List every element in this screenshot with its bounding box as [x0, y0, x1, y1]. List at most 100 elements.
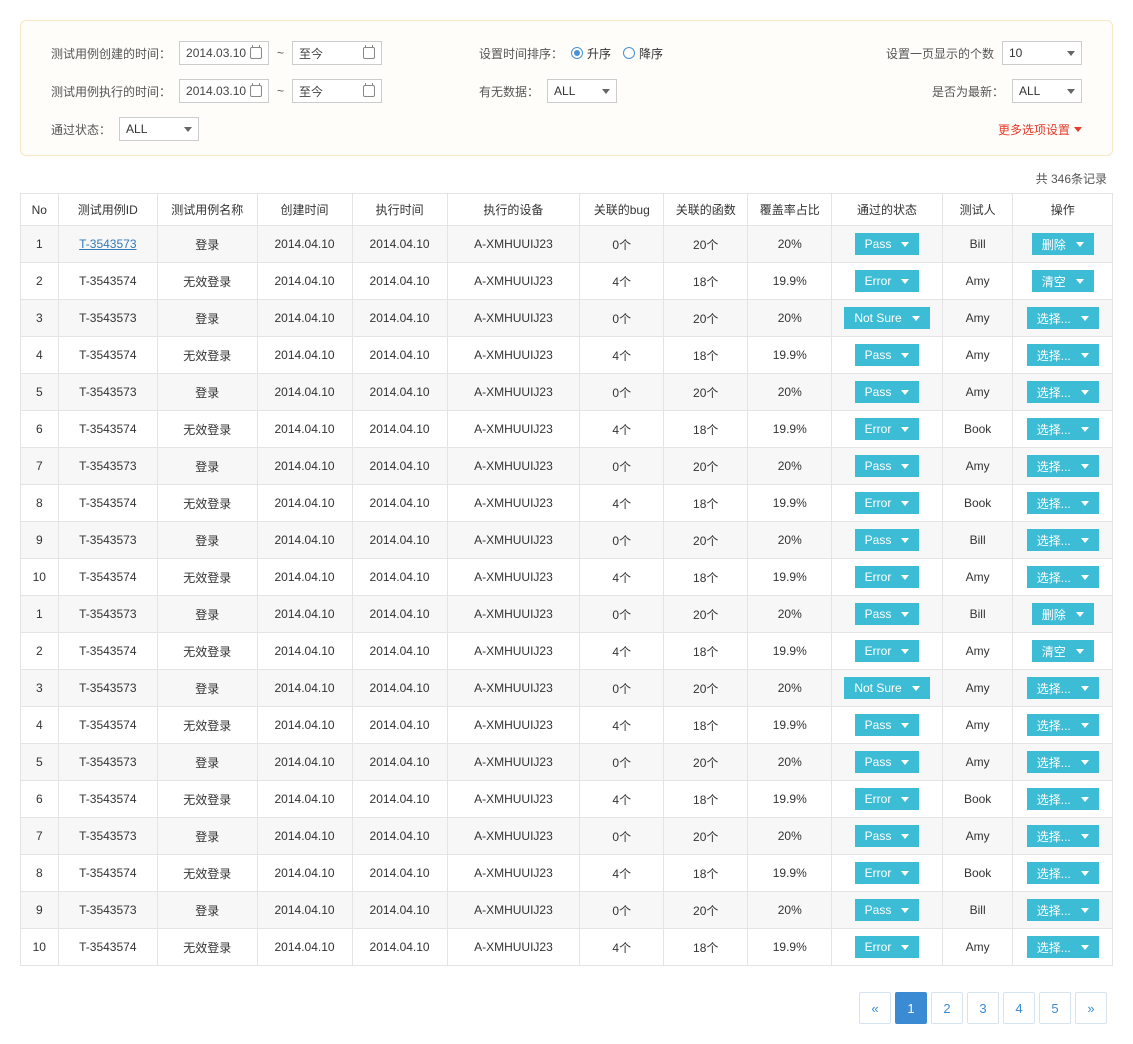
cell-bug: 0个 — [580, 448, 664, 485]
testcase-id-link[interactable]: T-3543573 — [79, 237, 136, 251]
state-dropdown[interactable]: Pass — [855, 825, 920, 847]
state-label: Error — [865, 422, 892, 436]
action-label: 选择... — [1037, 384, 1071, 401]
pass-state-select[interactable]: ALL — [119, 117, 199, 141]
page-size-select[interactable]: 10 — [1002, 41, 1082, 65]
cell-bug: 0个 — [580, 226, 664, 263]
page-number[interactable]: 2 — [931, 992, 963, 1024]
action-dropdown[interactable]: 选择... — [1027, 936, 1099, 958]
action-dropdown[interactable]: 选择... — [1027, 418, 1099, 440]
action-dropdown[interactable]: 选择... — [1027, 566, 1099, 588]
cell-cdate: 2014.04.10 — [257, 226, 352, 263]
more-options-toggle[interactable]: 更多选项设置 — [998, 121, 1082, 138]
state-dropdown[interactable]: Error — [855, 788, 920, 810]
action-dropdown[interactable]: 选择... — [1027, 788, 1099, 810]
state-dropdown[interactable]: Pass — [855, 344, 920, 366]
cell-fn: 18个 — [664, 337, 748, 374]
cell-action: 选择... — [1013, 448, 1113, 485]
state-label: Pass — [865, 385, 892, 399]
sort-asc-radio[interactable]: 升序 — [571, 45, 611, 62]
page-number[interactable]: 4 — [1003, 992, 1035, 1024]
state-dropdown[interactable]: Pass — [855, 381, 920, 403]
is-latest-select[interactable]: ALL — [1012, 79, 1082, 103]
state-dropdown[interactable]: Pass — [855, 603, 920, 625]
action-dropdown[interactable]: 清空 — [1032, 640, 1094, 662]
action-label: 选择... — [1037, 421, 1071, 438]
cell-edate: 2014.04.10 — [352, 485, 447, 522]
action-dropdown[interactable]: 选择... — [1027, 751, 1099, 773]
state-dropdown[interactable]: Pass — [855, 751, 920, 773]
table-row: 4T-3543574无效登录2014.04.102014.04.10A-XMHU… — [21, 707, 1113, 744]
cell-device: A-XMHUUIJ23 — [447, 781, 580, 818]
cell-name: 无效登录 — [158, 707, 257, 744]
action-dropdown[interactable]: 选择... — [1027, 677, 1099, 699]
action-dropdown[interactable]: 选择... — [1027, 529, 1099, 551]
cell-edate: 2014.04.10 — [352, 744, 447, 781]
state-dropdown[interactable]: Error — [855, 640, 920, 662]
state-dropdown[interactable]: Pass — [855, 233, 920, 255]
action-dropdown[interactable]: 清空 — [1032, 270, 1094, 292]
cell-tester: Bill — [942, 892, 1013, 929]
state-dropdown[interactable]: Not Sure — [844, 307, 929, 329]
state-dropdown[interactable]: Error — [855, 270, 920, 292]
state-dropdown[interactable]: Pass — [855, 455, 920, 477]
state-dropdown[interactable]: Pass — [855, 714, 920, 736]
action-dropdown[interactable]: 选择... — [1027, 899, 1099, 921]
action-dropdown[interactable]: 删除 — [1032, 233, 1094, 255]
cell-fn: 18个 — [664, 781, 748, 818]
state-dropdown[interactable]: Not Sure — [844, 677, 929, 699]
executed-from-input[interactable]: 2014.03.10 — [179, 79, 269, 103]
state-dropdown[interactable]: Error — [855, 418, 920, 440]
cell-fn: 18个 — [664, 855, 748, 892]
table-row: 8T-3543574无效登录2014.04.102014.04.10A-XMHU… — [21, 855, 1113, 892]
page-number[interactable]: 3 — [967, 992, 999, 1024]
cell-fn: 18个 — [664, 411, 748, 448]
cell-cdate: 2014.04.10 — [257, 892, 352, 929]
action-dropdown[interactable]: 选择... — [1027, 307, 1099, 329]
cell-action: 选择... — [1013, 522, 1113, 559]
has-data-select[interactable]: ALL — [547, 79, 617, 103]
created-to-input[interactable]: 至今 — [292, 41, 382, 65]
cell-device: A-XMHUUIJ23 — [447, 374, 580, 411]
page-prev[interactable]: « — [859, 992, 891, 1024]
state-dropdown[interactable]: Pass — [855, 899, 920, 921]
cell-id: T-3543573 — [58, 522, 157, 559]
table-row: 3T-3543573登录2014.04.102014.04.10A-XMHUUI… — [21, 300, 1113, 337]
cell-cov: 20% — [748, 448, 832, 485]
cell-device: A-XMHUUIJ23 — [447, 633, 580, 670]
state-label: Pass — [865, 533, 892, 547]
action-dropdown[interactable]: 选择... — [1027, 862, 1099, 884]
cell-fn: 18个 — [664, 633, 748, 670]
page-number[interactable]: 1 — [895, 992, 927, 1024]
cell-cdate: 2014.04.10 — [257, 411, 352, 448]
action-dropdown[interactable]: 选择... — [1027, 825, 1099, 847]
chevron-down-icon — [1081, 686, 1089, 691]
cell-no: 8 — [21, 485, 59, 522]
action-dropdown[interactable]: 删除 — [1032, 603, 1094, 625]
action-label: 选择... — [1037, 791, 1071, 808]
col-header: 覆盖率占比 — [748, 194, 832, 226]
cell-cdate: 2014.04.10 — [257, 448, 352, 485]
state-dropdown[interactable]: Pass — [855, 529, 920, 551]
action-dropdown[interactable]: 选择... — [1027, 344, 1099, 366]
created-from-input[interactable]: 2014.03.10 — [179, 41, 269, 65]
state-dropdown[interactable]: Error — [855, 862, 920, 884]
action-dropdown[interactable]: 选择... — [1027, 492, 1099, 514]
executed-to-input[interactable]: 至今 — [292, 79, 382, 103]
cell-action: 选择... — [1013, 744, 1113, 781]
state-dropdown[interactable]: Error — [855, 492, 920, 514]
cell-cov: 19.9% — [748, 781, 832, 818]
action-dropdown[interactable]: 选择... — [1027, 714, 1099, 736]
cell-id: T-3543574 — [58, 855, 157, 892]
cell-action: 选择... — [1013, 707, 1113, 744]
state-dropdown[interactable]: Error — [855, 936, 920, 958]
cell-device: A-XMHUUIJ23 — [447, 485, 580, 522]
action-dropdown[interactable]: 选择... — [1027, 381, 1099, 403]
state-dropdown[interactable]: Error — [855, 566, 920, 588]
sort-desc-radio[interactable]: 降序 — [623, 45, 663, 62]
page-number[interactable]: 5 — [1039, 992, 1071, 1024]
cell-cov: 19.9% — [748, 485, 832, 522]
page-next[interactable]: » — [1075, 992, 1107, 1024]
action-dropdown[interactable]: 选择... — [1027, 455, 1099, 477]
cell-edate: 2014.04.10 — [352, 855, 447, 892]
